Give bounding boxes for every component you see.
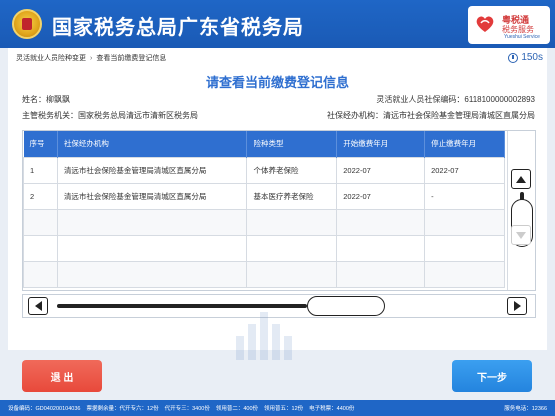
service-logo-line3: Yueshui Service [504, 34, 540, 40]
ticket-stock-3: 领用普二：400份 [215, 406, 259, 412]
arrow-left-icon [34, 301, 42, 311]
table-row-empty [23, 208, 505, 236]
tax-authority-value: 国家税务总局清远市清新区税务局 [78, 111, 198, 120]
table-cell: 清远市社会保险基金管理局清城区直属分局 [56, 156, 248, 184]
registration-table: 序号 社保经办机构 险种类型 开始缴费年月 停止缴费年月 1 清远市社会保险基金… [22, 130, 536, 291]
si-code-label: 灵活就业人员社保编码： [376, 95, 465, 104]
si-agency-info: 社保经办机构：清远市社会保险基金管理局清城区直属分局 [327, 110, 535, 121]
column-header: 社保经办机构 [57, 131, 248, 157]
timer-value: 150s [521, 52, 543, 63]
scroll-up-button[interactable] [511, 169, 531, 189]
si-agency-value: 清远市社会保险基金管理局清城区直属分局 [383, 111, 535, 120]
breadcrumb-item: 查看当前缴费登记信息 [96, 55, 167, 62]
table-cell: 基本医疗养老保险 [246, 182, 338, 210]
device-code: 设备编码：GD040200104036 [8, 406, 81, 412]
table-row[interactable]: 1 清远市社会保险基金管理局清城区直属分局 个体养老保险 2022-07 202… [23, 156, 505, 184]
exit-button[interactable]: 退 出 [22, 360, 102, 392]
scroll-down-button[interactable] [511, 225, 531, 245]
scroll-left-button[interactable] [28, 297, 48, 315]
name-info: 姓名：柳飘飘 [22, 94, 70, 105]
clock-icon [508, 52, 519, 63]
arrow-down-icon [516, 231, 526, 239]
table-row-empty [23, 260, 505, 288]
header-title: 国家税务总局广东省税务局 [52, 17, 304, 39]
ticket-stock-2: 代开专三：3400份 [164, 406, 210, 412]
table-cell: 2 [23, 182, 58, 210]
si-code-value: 6118100000002893 [464, 95, 535, 104]
table-cell: 2022-07 [424, 156, 505, 184]
ticket-stock-1: 票据剩余量：代开专六：12份 [86, 406, 159, 412]
breadcrumb-separator: › [90, 54, 93, 62]
ticket-stock-4: 领用普五：12份 [264, 406, 304, 412]
column-header: 开始缴费年月 [336, 131, 426, 157]
arrow-up-icon [516, 175, 526, 183]
app-header: 国家税务总局广东省税务局 粤税通 税务服务 Yueshui Service [0, 0, 555, 48]
service-logo: 粤税通 税务服务 Yueshui Service [468, 6, 550, 44]
tax-authority-info: 主管税务机关：国家税务总局清远市清新区税务局 [22, 110, 198, 121]
table-header-row: 序号 社保经办机构 险种类型 开始缴费年月 停止缴费年月 [23, 131, 505, 157]
si-code-info: 灵活就业人员社保编码：6118100000002893 [376, 94, 535, 105]
column-header: 停止缴费年月 [424, 131, 505, 157]
horizontal-scroll-thumb[interactable] [307, 296, 385, 316]
page-title: 请查看当前缴费登记信息 [205, 75, 349, 90]
status-bar: 设备编码：GD040200104036 票据剩余量：代开专六：12份 代开专三：… [0, 400, 555, 416]
table-cell: 2022-07 [336, 156, 426, 184]
table-cell: 2022-07 [336, 182, 426, 210]
tax-authority-label: 主管税务机关： [22, 111, 78, 120]
table-cell: 1 [23, 156, 58, 184]
arrow-right-icon [513, 301, 521, 311]
breadcrumb: 灵活就业人员险种变更 › 查看当前缴费登记信息 [8, 48, 547, 68]
watermark-decoration [232, 300, 302, 360]
breadcrumb-item: 灵活就业人员险种变更 [16, 55, 86, 62]
table-row[interactable]: 2 清远市社会保险基金管理局清城区直属分局 基本医疗养老保险 2022-07 - [23, 182, 505, 210]
table-cell: 个体养老保险 [246, 156, 338, 184]
scroll-right-button[interactable] [507, 297, 527, 315]
column-header: 序号 [23, 131, 58, 157]
column-header: 险种类型 [246, 131, 338, 157]
national-emblem-icon [12, 9, 42, 39]
vertical-scrollbar[interactable] [507, 131, 535, 290]
heart-logo-icon [476, 16, 494, 32]
name-label: 姓名： [22, 95, 46, 104]
si-agency-label: 社保经办机构： [327, 111, 383, 120]
countdown-timer: 150s [508, 52, 543, 63]
table-cell: - [424, 182, 505, 210]
table-row-empty [23, 234, 505, 262]
next-step-button[interactable]: 下一步 [452, 360, 532, 392]
service-phone: 服务电话：12366 [504, 406, 547, 412]
ticket-stock-5: 电子税票：4400份 [309, 406, 355, 412]
name-value: 柳飘飘 [46, 95, 70, 104]
table-cell: 清远市社会保险基金管理局清城区直属分局 [56, 182, 248, 210]
